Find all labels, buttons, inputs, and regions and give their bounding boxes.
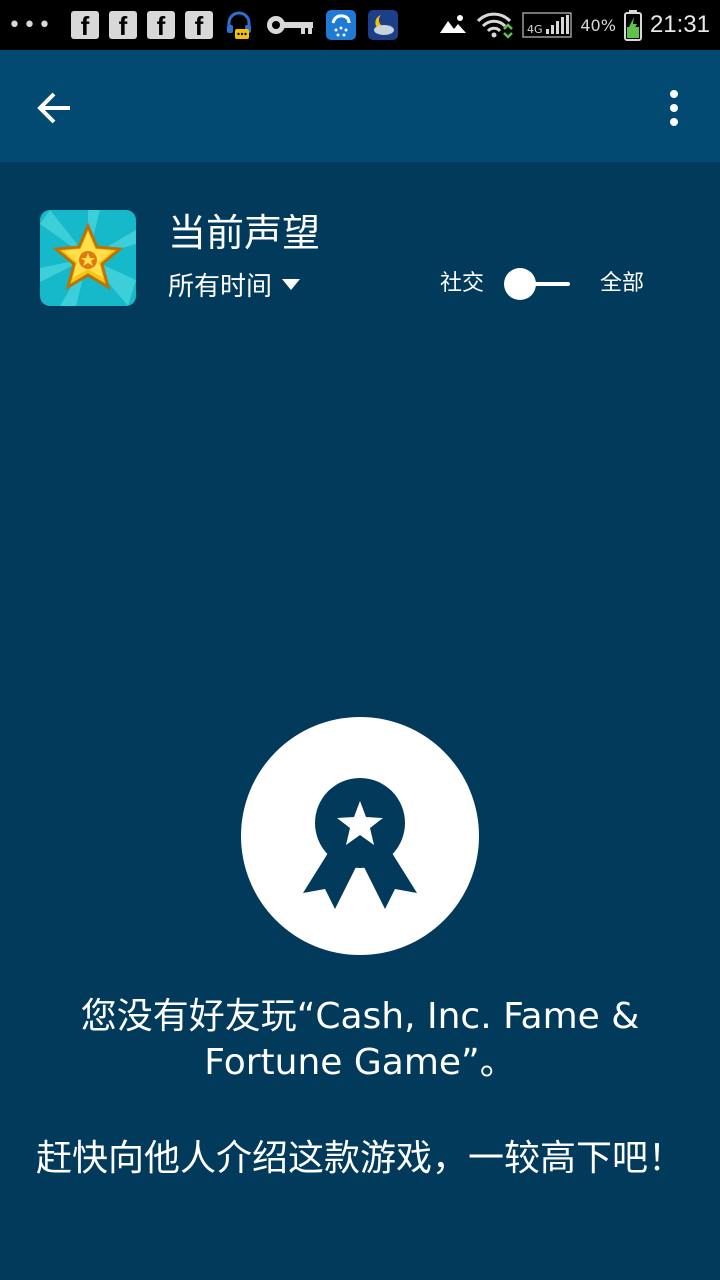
social-all-toggle[interactable] [502, 266, 570, 302]
award-ribbon-icon [303, 778, 417, 909]
invite-prompt-message: 赶快向他人介绍这款游戏，一较高下吧！ [35, 1138, 684, 1179]
facebook-icon: f [70, 11, 99, 41]
more-vert-icon[interactable] [658, 86, 690, 130]
facebook-icon: f [184, 11, 213, 41]
photo-icon [440, 15, 467, 33]
snow-app-icon [325, 10, 356, 40]
time-filter-dropdown[interactable]: 所有时间 [168, 264, 301, 304]
toggle-label-social: 社交 [440, 271, 485, 296]
overflow-dots: ••• [8, 12, 53, 38]
toggle-thumb[interactable] [504, 268, 536, 300]
battery-charging-icon [623, 10, 642, 41]
empty-state-message: 您没有好友玩“Cash, Inc. Fame & Fortune Game”。 [80, 996, 640, 1083]
weather-night-icon [367, 10, 398, 40]
wifi-icon [477, 12, 514, 39]
signal-4g-icon: 4G [522, 12, 573, 38]
empty-state-badge [241, 717, 479, 955]
facebook-icon: f [146, 11, 175, 41]
headset-chat-icon [226, 11, 251, 39]
clock: 21:31 [649, 11, 710, 38]
arrow-left-icon[interactable] [30, 86, 80, 130]
app-bar [0, 50, 720, 162]
toggle-label-all: 全部 [600, 271, 645, 296]
status-bar-notifications: ••• f f f f [8, 0, 399, 50]
chevron-down-icon [282, 278, 301, 290]
status-bar-system: 4G 40% 21:31 [438, 0, 710, 50]
facebook-icon: f [108, 11, 137, 41]
key-icon [266, 16, 313, 34]
time-filter-label: 所有时间 [168, 271, 273, 302]
status-bar: ••• f f f f 4G 40% 21:31 [0, 0, 720, 50]
page-title: 当前声望 [168, 211, 321, 255]
svg-text:4G: 4G [527, 23, 543, 36]
battery-percent: 40% [580, 15, 616, 35]
star-game-icon [40, 210, 136, 306]
